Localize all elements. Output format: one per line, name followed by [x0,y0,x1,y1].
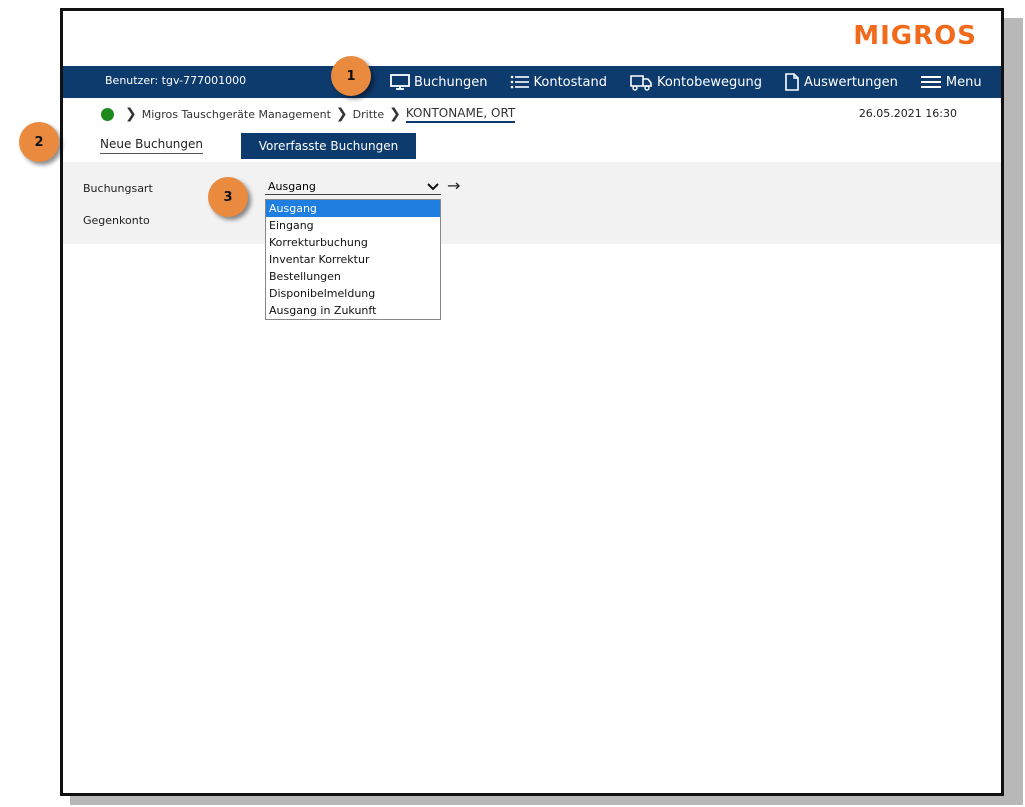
chevron-right-icon: ❯ [335,106,348,122]
option-ausgang-in-zukunft[interactable]: Ausgang in Zukunft [266,302,440,319]
nav-menu-label: Menu [945,74,982,90]
breadcrumb-item-management[interactable]: Migros Tauschgeräte Management [142,108,331,121]
list-icon [510,75,529,89]
option-bestellungen[interactable]: Bestellungen [266,268,440,285]
document-icon [785,73,799,91]
gegenkonto-label: Gegenkonto [83,214,150,227]
top-navbar: Benutzer: tgv-777001000 Buchungen Kontos… [63,66,1001,98]
tab-vorerfasste-buchungen[interactable]: Vorerfasste Buchungen [241,133,416,159]
tab-neue-buchungen[interactable]: Neue Buchungen [100,137,204,154]
callout-badge-2: 2 [19,122,59,162]
nav-buchungen[interactable]: Buchungen [390,74,488,90]
buchungsart-selected-value: Ausgang [268,180,316,193]
buchungsart-dropdown-list: Ausgang Eingang Korrekturbuchung Inventa… [265,199,441,320]
nav-kontostand-label: Kontostand [533,74,607,90]
app-window: MIGROS Benutzer: tgv-777001000 Buchungen… [60,8,1004,796]
nav-kontobewegung[interactable]: Kontobewegung [629,73,762,91]
callout-badge-3: 3 [208,177,248,217]
callout-badge-1: 1 [331,56,371,96]
buchungsart-label: Buchungsart [83,182,153,195]
breadcrumb: ❯ Migros Tauschgeräte Management ❯ Dritt… [101,103,516,125]
chevron-down-icon [427,182,439,190]
breadcrumb-item-dritte[interactable]: Dritte [353,108,384,121]
hamburger-icon [920,76,941,88]
arrow-right-icon[interactable]: → [447,176,460,195]
nav-items: Buchungen Kontostand Kontobewegung Auswe… [390,66,1001,98]
tab-bar: Neue Buchungen Vorerfasste Buchungen [63,131,1001,161]
option-inventar-korrektur[interactable]: Inventar Korrektur [266,251,440,268]
nav-auswertungen-label: Auswertungen [803,74,898,90]
breadcrumb-item-current: KONTONAME, ORT [405,106,516,123]
option-disponibelmeldung[interactable]: Disponibelmeldung [266,285,440,302]
buchungsart-select[interactable]: Ausgang [265,179,441,195]
truck-icon [630,75,652,91]
user-label: Benutzer: tgv-777001000 [105,74,247,87]
nav-auswertungen[interactable]: Auswertungen [784,73,898,91]
nav-menu[interactable]: Menu [920,75,982,90]
datetime: 26.05.2021 16:30 [858,107,957,120]
monitor-icon [390,74,410,90]
option-eingang[interactable]: Eingang [266,217,440,234]
tab-vorerfasste-label: Vorerfasste Buchungen [258,139,399,153]
booking-form: Buchungsart Gegenkonto Ausgang → [63,162,1001,244]
option-ausgang[interactable]: Ausgang [266,200,440,217]
option-korrekturbuchung[interactable]: Korrekturbuchung [266,234,440,251]
nav-buchungen-label: Buchungen [414,74,488,90]
migros-logo: MIGROS [853,21,977,51]
nav-kontobewegung-label: Kontobewegung [656,74,762,90]
chevron-right-icon: ❯ [389,106,401,122]
status-dot [101,107,114,121]
nav-kontostand[interactable]: Kontostand [510,74,607,90]
chevron-right-icon: ❯ [125,106,137,122]
